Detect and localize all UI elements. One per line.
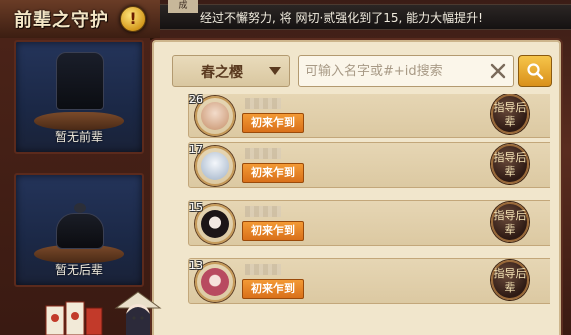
close-icon[interactable] <box>489 62 507 80</box>
notice-bar: 成 经过不懈努力, 将 网切·贰强化到了15, 能力大幅提升! <box>160 0 571 30</box>
player-name-blurred <box>245 264 281 275</box>
status-badge: 初来乍到 <box>242 113 304 133</box>
avatar-face <box>201 268 229 296</box>
guide-junior-button[interactable]: 指导后辈 <box>491 260 529 300</box>
player-level: 26 <box>189 94 203 106</box>
guide-junior-button[interactable]: 指导后辈 <box>491 202 529 242</box>
avatar-face <box>201 102 229 130</box>
search-box <box>298 55 514 87</box>
game-scene: 前辈之守护 ! 成 经过不懈努力, 将 网切·贰强化到了15, 能力大幅提升! … <box>0 0 571 335</box>
list-item[interactable]: 15 初来乍到 指导后辈 <box>188 200 550 246</box>
jar-icon <box>56 52 104 110</box>
avatar-face <box>201 152 229 180</box>
notice-text: 经过不懈努力, 将 网切·贰强化到了15, 能力大幅提升! <box>200 11 483 25</box>
search-icon <box>527 63 544 80</box>
list-item[interactable]: 26 初来乍到 指导后辈 <box>188 94 550 138</box>
search-input[interactable] <box>305 56 483 86</box>
list-item[interactable]: 17 初来乍到 指导后辈 <box>188 142 550 188</box>
player-level: 15 <box>189 201 203 214</box>
alert-icon[interactable]: ! <box>120 6 146 32</box>
server-dropdown-label: 春之樱 <box>201 65 243 81</box>
status-badge: 初来乍到 <box>242 279 304 299</box>
senior-slot[interactable]: 暂无前辈 <box>14 40 144 154</box>
player-list: 26 初来乍到 指导后辈 17 初来乍到 指导后辈 15 初来乍到 指导后辈 1… <box>168 94 550 334</box>
caret-down-icon <box>269 67 281 75</box>
senior-slot-caption: 暂无前辈 <box>54 130 103 144</box>
player-level: 13 <box>189 259 203 272</box>
player-name-blurred <box>245 98 281 109</box>
junior-slot-caption: 暂无后辈 <box>54 263 103 277</box>
player-list-panel: 春之樱 26 初来乍到 指导后辈 17 <box>152 40 561 335</box>
status-badge: 初来乍到 <box>242 221 304 241</box>
chibi-character-icon <box>114 291 162 335</box>
junior-slot[interactable]: 暂无后辈 <box>14 173 144 287</box>
guide-junior-button[interactable]: 指导后辈 <box>491 94 529 134</box>
pot-icon <box>56 213 104 249</box>
list-item[interactable]: 13 初来乍到 指导后辈 <box>188 258 550 304</box>
player-name-blurred <box>245 206 281 217</box>
player-level: 17 <box>189 143 203 156</box>
guide-junior-button[interactable]: 指导后辈 <box>491 144 529 184</box>
search-button[interactable] <box>518 55 552 87</box>
server-dropdown[interactable]: 春之樱 <box>172 55 290 87</box>
page-title: 前辈之守护 <box>14 10 109 31</box>
lid-knob-icon <box>74 203 86 213</box>
notice-tag: 成 <box>168 0 198 13</box>
avatar-face <box>201 210 229 238</box>
status-badge: 初来乍到 <box>242 163 304 183</box>
player-name-blurred <box>245 148 281 159</box>
